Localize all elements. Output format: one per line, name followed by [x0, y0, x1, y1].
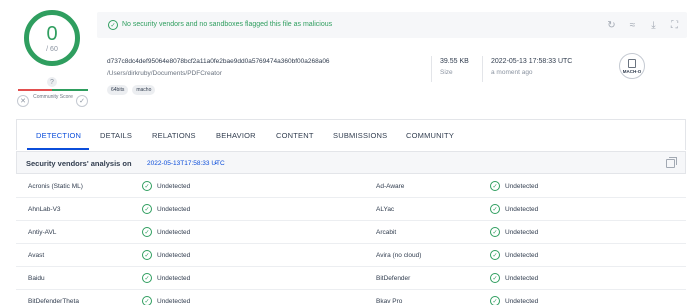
- vendor-name: Ad-Aware: [376, 183, 405, 190]
- vendor-result: ✓ Undetected: [142, 273, 190, 283]
- table-row: AhnLab-V3 ✓ Undetected ALYac ✓ Undetected: [16, 198, 686, 221]
- check-circle-icon: ✓: [108, 20, 118, 30]
- vendor-result: ✓ Undetected: [142, 227, 190, 237]
- check-circle-icon: ✓: [490, 296, 500, 305]
- vendor-result: ✓ Undetected: [490, 181, 538, 191]
- vendor-result-label: Undetected: [157, 297, 191, 305]
- tab-relations[interactable]: RELATIONS: [152, 131, 196, 140]
- graph-icon[interactable]: ⛶: [668, 19, 681, 32]
- community-score-label: Community Score: [33, 94, 73, 100]
- vendor-result: ✓ Undetected: [490, 273, 538, 283]
- copy-icon[interactable]: [666, 157, 677, 168]
- file-tag[interactable]: macho: [132, 85, 156, 95]
- check-circle-icon: ✓: [490, 181, 500, 191]
- vendor-name: Antiy-AVL: [28, 229, 57, 236]
- tab-community[interactable]: COMMUNITY: [406, 131, 454, 140]
- verdict-banner: ✓ No security vendors and no sandboxes f…: [97, 12, 687, 38]
- vendor-result: ✓ Undetected: [142, 296, 190, 305]
- file-size-value: 39.55 KB: [440, 58, 469, 65]
- active-tab-indicator: [27, 148, 89, 150]
- table-row: Avast ✓ Undetected Avira (no cloud) ✓ Unde…: [16, 244, 686, 267]
- vendor-result: ✓ Undetected: [142, 181, 190, 191]
- vendor-result: ✓ Undetected: [490, 250, 538, 260]
- file-size-label: Size: [440, 69, 453, 76]
- tab-behavior[interactable]: BEHAVIOR: [216, 131, 256, 140]
- vendor-name: ALYac: [376, 206, 395, 213]
- file-type-badge: MACH-O: [619, 53, 645, 79]
- vendor-result-label: Undetected: [157, 228, 191, 236]
- detection-score-total: / 60: [46, 45, 58, 53]
- vendor-result: ✓ Undetected: [142, 250, 190, 260]
- tab-content[interactable]: CONTENT: [276, 131, 314, 140]
- check-circle-icon: ✓: [142, 250, 152, 260]
- tab-detection[interactable]: DETECTION: [36, 131, 81, 140]
- vendor-name: Baidu: [28, 275, 45, 282]
- vendor-name: BitDefender: [376, 275, 411, 282]
- file-tag[interactable]: 64bits: [107, 85, 129, 95]
- check-circle-icon: ✓: [142, 296, 152, 305]
- vendor-result: ✓ Undetected: [490, 204, 538, 214]
- check-circle-icon: ✓: [490, 227, 500, 237]
- file-tags: 64bits macho: [107, 85, 156, 95]
- vendor-name: Avira (no cloud): [376, 252, 422, 259]
- table-row: Baidu ✓ Undetected BitDefender ✓ Undetecte…: [16, 267, 686, 290]
- vendor-result: ✓ Undetected: [490, 227, 538, 237]
- table-row: Antiy-AVL ✓ Undetected Arcabit ✓ Undetecte…: [16, 221, 686, 244]
- check-circle-icon: ✓: [142, 227, 152, 237]
- vendor-result-label: Undetected: [157, 182, 191, 190]
- community-like-button[interactable]: ✓: [76, 95, 88, 107]
- community-dislike-button[interactable]: ✕: [17, 95, 29, 107]
- last-analysis-date: 2022-05-13 17:58:33 UTC: [491, 58, 573, 65]
- file-type-icon: [628, 58, 636, 68]
- vendor-result-label: Undetected: [505, 274, 539, 282]
- last-analysis-relative: a moment ago: [491, 69, 533, 76]
- vendor-result-label: Undetected: [157, 205, 191, 213]
- report-tabs: DETECTION DETAILS RELATIONS BEHAVIOR CON…: [16, 119, 686, 150]
- vendor-result-label: Undetected: [157, 251, 191, 259]
- check-circle-icon: ✓: [142, 204, 152, 214]
- check-circle-icon: ✓: [490, 273, 500, 283]
- vendor-result-label: Undetected: [505, 205, 539, 213]
- vendor-result-label: Undetected: [505, 182, 539, 190]
- tab-submissions[interactable]: SUBMISSIONS: [333, 131, 387, 140]
- vendors-analysis-title: Security vendors' analysis on: [26, 159, 132, 168]
- vendor-name: Avast: [28, 252, 45, 259]
- vendor-result-label: Undetected: [505, 228, 539, 236]
- community-score-help-icon[interactable]: ?: [47, 77, 57, 87]
- vendor-result: ✓ Undetected: [142, 204, 190, 214]
- divider: [482, 56, 483, 82]
- vendors-table: Acronis (Static ML) ✓ Undetected Ad-Aware…: [16, 175, 686, 305]
- vendor-name: Bkav Pro: [376, 298, 403, 305]
- vendor-name: Arcabit: [376, 229, 397, 236]
- check-circle-icon: ✓: [490, 250, 500, 260]
- divider: [431, 56, 432, 82]
- vendor-result-label: Undetected: [505, 297, 539, 305]
- chevron-down-icon[interactable]: ⌄: [213, 158, 219, 166]
- banner-toolbar: ↻ ≈ ⤓ ⛶: [605, 19, 681, 32]
- download-icon[interactable]: ⤓: [647, 19, 660, 32]
- check-circle-icon: ✓: [490, 204, 500, 214]
- table-row: Acronis (Static ML) ✓ Undetected Ad-Aware…: [16, 175, 686, 198]
- vendor-result: ✓ Undetected: [490, 296, 538, 305]
- community-score-bar: [18, 89, 88, 91]
- tab-details[interactable]: DETAILS: [100, 131, 132, 140]
- detection-score-value: 0: [46, 22, 58, 45]
- detection-score-gauge: 0 / 60: [24, 10, 80, 66]
- vendor-name: Acronis (Static ML): [28, 183, 83, 190]
- community-score-bar-positive: [52, 89, 88, 91]
- check-circle-icon: ✓: [142, 181, 152, 191]
- vendor-name: BitDefenderTheta: [28, 298, 79, 305]
- check-circle-icon: ✓: [142, 273, 152, 283]
- vendor-result-label: Undetected: [505, 251, 539, 259]
- vendor-result-label: Undetected: [157, 274, 191, 282]
- vendor-name: AhnLab-V3: [28, 206, 61, 213]
- file-path: /Users/dirkruby/Documents/PDFCreator: [107, 70, 222, 77]
- reanalyze-icon[interactable]: ↻: [605, 19, 618, 32]
- vendors-analysis-header: Security vendors' analysis on 2022-05-13…: [16, 151, 686, 174]
- table-row: BitDefenderTheta ✓ Undetected Bkav Pro ✓ U…: [16, 290, 686, 305]
- similar-icon[interactable]: ≈: [626, 19, 639, 32]
- file-type-label: MACH-O: [622, 68, 642, 74]
- verdict-message: No security vendors and no sandboxes fla…: [122, 21, 333, 28]
- file-hash[interactable]: d737c8dc4def95064e8078bcf2a11a0fe2bae9dd…: [107, 58, 330, 65]
